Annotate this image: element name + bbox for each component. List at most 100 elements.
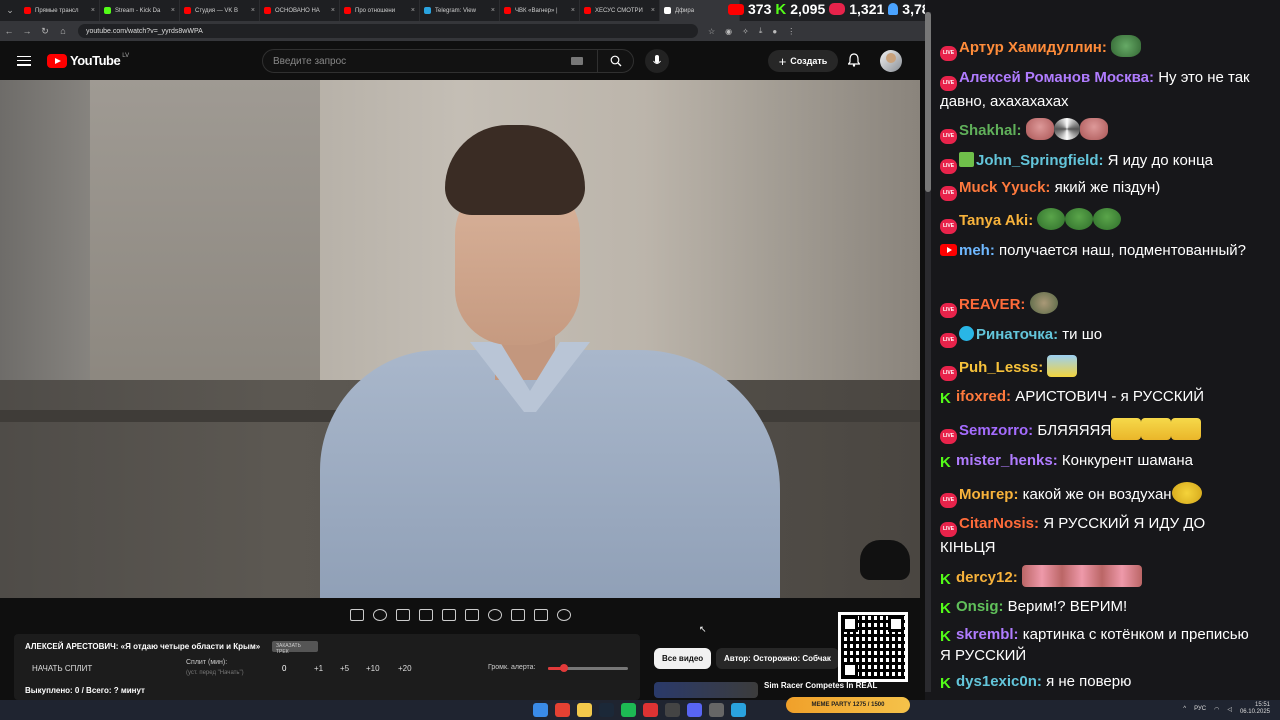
chat-username[interactable]: dys1exic0n: — [956, 673, 1042, 690]
chat-username[interactable]: Tanya Aki: — [959, 212, 1033, 229]
chat-username[interactable]: Muck Yyuck: — [959, 179, 1050, 196]
screenshot-icon[interactable] — [533, 609, 548, 621]
add-clip-icon[interactable] — [510, 609, 525, 621]
order-track-badge[interactable]: ЗАКАЗАТЬ ТРЕК — [272, 641, 318, 655]
browser-tab[interactable]: Stream - Kick Da × — [100, 0, 180, 21]
clapper-icon[interactable] — [418, 609, 433, 621]
browser-tab[interactable]: Про отношени × — [340, 0, 420, 21]
recommended-thumbnail[interactable] — [654, 682, 758, 698]
tab-close-icon[interactable]: × — [91, 7, 95, 14]
recommended-title[interactable]: Sim Racer Competes In REAL — [764, 681, 877, 690]
discord-icon[interactable] — [687, 703, 702, 717]
tab-close-icon[interactable]: × — [171, 7, 175, 14]
bookmark-star-icon[interactable]: ☆ — [708, 27, 715, 36]
reload-icon[interactable]: ↻ — [36, 26, 54, 37]
speed-icon[interactable] — [487, 609, 502, 621]
tab-favicon-icon — [184, 7, 191, 14]
browser-tab[interactable]: Telegram: View × — [420, 0, 500, 21]
chrome-icon[interactable] — [555, 703, 570, 717]
chat-scrollbar[interactable] — [925, 12, 931, 692]
telegram-icon[interactable] — [731, 703, 746, 717]
account-avatar[interactable] — [880, 50, 902, 72]
volume-knob[interactable] — [560, 664, 568, 672]
voice-search-button[interactable] — [645, 49, 669, 73]
explorer-icon[interactable] — [577, 703, 592, 717]
profile-icon[interactable]: ● — [772, 27, 777, 36]
create-button[interactable]: + Создать — [768, 50, 838, 72]
spotify-icon[interactable] — [621, 703, 636, 717]
chat-message: LIVE Muck Yyuck: який же піздун) — [940, 177, 1260, 201]
app-icon[interactable] — [665, 703, 680, 717]
chat-username[interactable]: Ринаточка: — [976, 326, 1058, 343]
increment-20-button[interactable]: +20 — [398, 664, 412, 673]
browser-tab[interactable]: ХЕСУС СМОТРИ × — [580, 0, 660, 21]
tray-clock[interactable]: 15:51 06.10.2025 — [1240, 702, 1270, 716]
chat-username[interactable]: ifoxred: — [956, 388, 1011, 405]
theater-icon[interactable] — [464, 609, 479, 621]
obs-icon[interactable] — [643, 703, 658, 717]
tab-close-icon[interactable]: × — [331, 7, 335, 14]
chat-username[interactable]: Монгер: — [959, 486, 1018, 503]
browser-tab[interactable]: ЧВК «Вагнер» | × — [500, 0, 580, 21]
increment-10-button[interactable]: +10 — [366, 664, 380, 673]
settings-gear-icon[interactable] — [556, 609, 571, 621]
youtube-logo[interactable]: YouTube LV — [47, 53, 129, 68]
chat-username[interactable]: mister_henks: — [956, 452, 1058, 469]
app2-icon[interactable] — [709, 703, 724, 717]
steam-icon[interactable] — [599, 703, 614, 717]
back-icon[interactable]: ← — [0, 26, 18, 36]
tab-search-button[interactable]: ⌄ — [0, 0, 20, 21]
start-icon[interactable] — [533, 703, 548, 717]
loop-icon[interactable] — [349, 609, 364, 621]
extension-icon[interactable]: ◉ — [725, 27, 732, 36]
chat-username[interactable]: Semzorro: — [959, 422, 1033, 439]
pip-icon[interactable] — [441, 609, 456, 621]
eye-icon[interactable] — [395, 609, 410, 621]
meme-party-button[interactable]: MEME PARTY 1275 / 1500 — [786, 697, 910, 713]
tray-volume-icon[interactable]: ◁ — [1227, 706, 1232, 713]
broadcast-icon[interactable] — [372, 609, 387, 621]
volume-slider[interactable] — [548, 664, 628, 672]
tab-close-icon[interactable]: × — [491, 7, 495, 14]
chat-username[interactable]: Onsig: — [956, 598, 1004, 615]
browser-tab[interactable]: Студия — VK В × — [180, 0, 260, 21]
chat-username[interactable]: Shakhal: — [959, 122, 1022, 139]
video-player[interactable] — [0, 80, 920, 598]
browser-tab[interactable]: Прямые трансл × — [20, 0, 100, 21]
tab-close-icon[interactable]: × — [411, 7, 415, 14]
chat-username[interactable]: Puh_Lesss: — [959, 359, 1043, 376]
chat-username[interactable]: skrembl: — [956, 626, 1019, 643]
start-split-button[interactable]: НАЧАТЬ СПЛИТ — [32, 664, 92, 673]
chat-username[interactable]: CitarNosis: — [959, 515, 1039, 532]
tray-chevron-icon[interactable]: ^ — [1183, 706, 1186, 712]
menu-dots-icon[interactable]: ⋮ — [787, 27, 795, 36]
home-icon[interactable]: ⌂ — [54, 26, 72, 36]
notifications-bell-icon[interactable] — [847, 53, 861, 72]
search-button[interactable] — [597, 50, 633, 72]
chip-author[interactable]: Автор: Осторожно: Собчак — [716, 648, 839, 669]
tab-close-icon[interactable]: × — [251, 7, 255, 14]
address-bar[interactable]: youtube.com/watch?v=_yyrds8wWPA — [78, 24, 698, 38]
increment-1-button[interactable]: +1 — [314, 664, 323, 673]
search-box[interactable]: Введите запрос — [262, 49, 634, 73]
chat-username[interactable]: Артур Хамидуллин: — [959, 39, 1107, 56]
increment-5-button[interactable]: +5 — [340, 664, 349, 673]
chip-all-videos[interactable]: Все видео — [654, 648, 712, 669]
tray-wifi-icon[interactable]: ◠ — [1214, 706, 1219, 713]
download-icon[interactable]: ⤓ — [759, 26, 763, 36]
chat-username[interactable]: Алексей Романов Москва: — [959, 69, 1154, 86]
chat-scrollbar-thumb[interactable] — [925, 12, 931, 192]
browser-tab[interactable]: ОСНОВАНО НА × — [260, 0, 340, 21]
extensions-puzzle-icon[interactable]: ✧ — [742, 27, 749, 36]
keyboard-icon[interactable] — [571, 57, 583, 65]
chat-username[interactable]: dercy12: — [956, 569, 1018, 586]
tab-close-icon[interactable]: × — [651, 7, 655, 14]
chat-username[interactable]: REAVER: — [959, 296, 1025, 313]
tab-close-icon[interactable]: × — [571, 7, 575, 14]
chat-username[interactable]: meh: — [959, 242, 995, 259]
search-input[interactable]: Введите запрос — [263, 56, 571, 67]
tray-language[interactable]: РУС — [1194, 706, 1206, 712]
chat-username[interactable]: John_Springfield: — [976, 152, 1104, 169]
forward-icon[interactable]: → — [18, 26, 36, 36]
menu-icon[interactable] — [17, 55, 31, 66]
